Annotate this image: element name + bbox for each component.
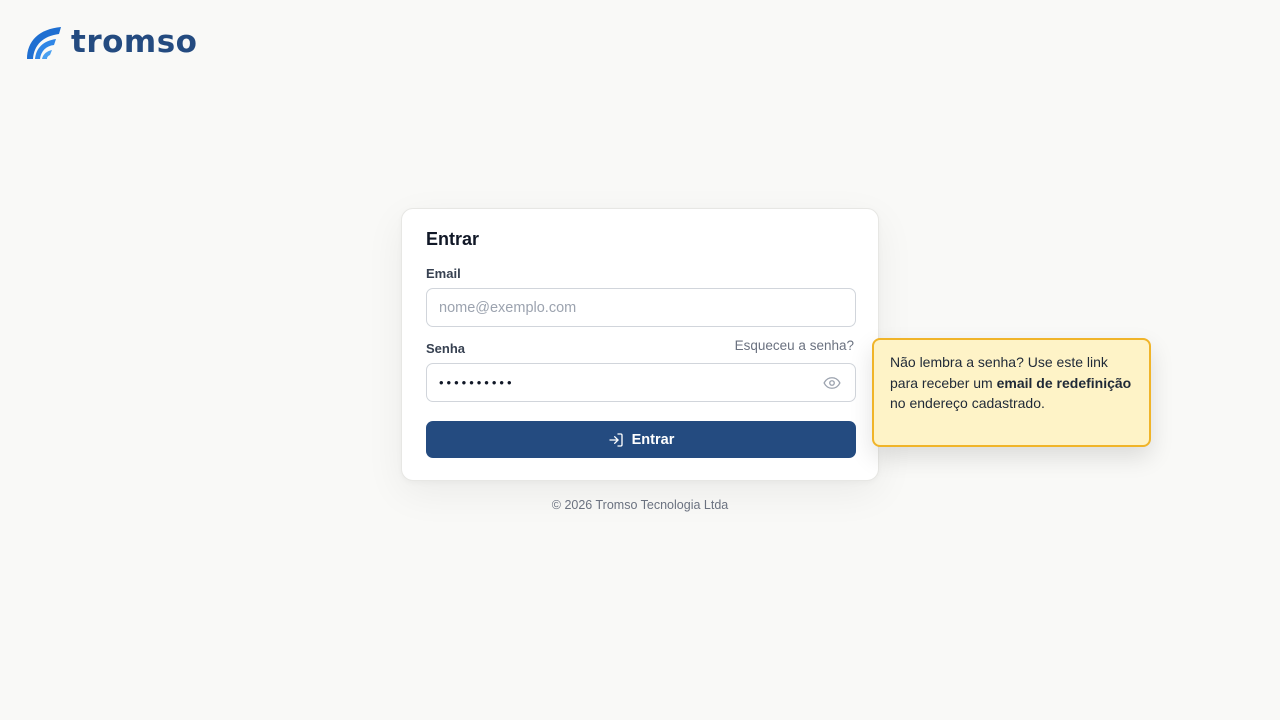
login-title: Entrar xyxy=(426,229,480,249)
login-card: Entrar Email Senha Esqueceu a senha? Ent… xyxy=(401,208,879,481)
logo-mark-icon xyxy=(27,27,61,59)
login-arrow-icon xyxy=(608,432,623,447)
forgot-password-tooltip: Não lembra a senha? Use este link para r… xyxy=(872,338,1151,447)
login-submit-button[interactable]: Entrar xyxy=(426,421,856,458)
password-input[interactable] xyxy=(426,363,856,402)
login-page: tromso Entrar Email Senha Esqueceu a sen… xyxy=(0,0,1280,720)
email-label: Email xyxy=(426,266,461,281)
email-input[interactable] xyxy=(426,288,856,327)
logo-wordmark: tromso xyxy=(71,24,198,60)
copyright-footer: © 2026 Tromso Tecnologia Ltda xyxy=(551,498,729,512)
forgot-password-link[interactable]: Esqueceu a senha? xyxy=(735,338,854,353)
eye-icon[interactable] xyxy=(822,373,842,393)
tooltip-text-after: no endereço cadastrado. xyxy=(890,395,1045,411)
password-label: Senha xyxy=(426,341,466,356)
login-submit-label: Entrar xyxy=(631,431,675,448)
brand-logo[interactable]: tromso xyxy=(23,23,197,61)
tooltip-text-bold: email de redefinição xyxy=(996,374,1132,391)
